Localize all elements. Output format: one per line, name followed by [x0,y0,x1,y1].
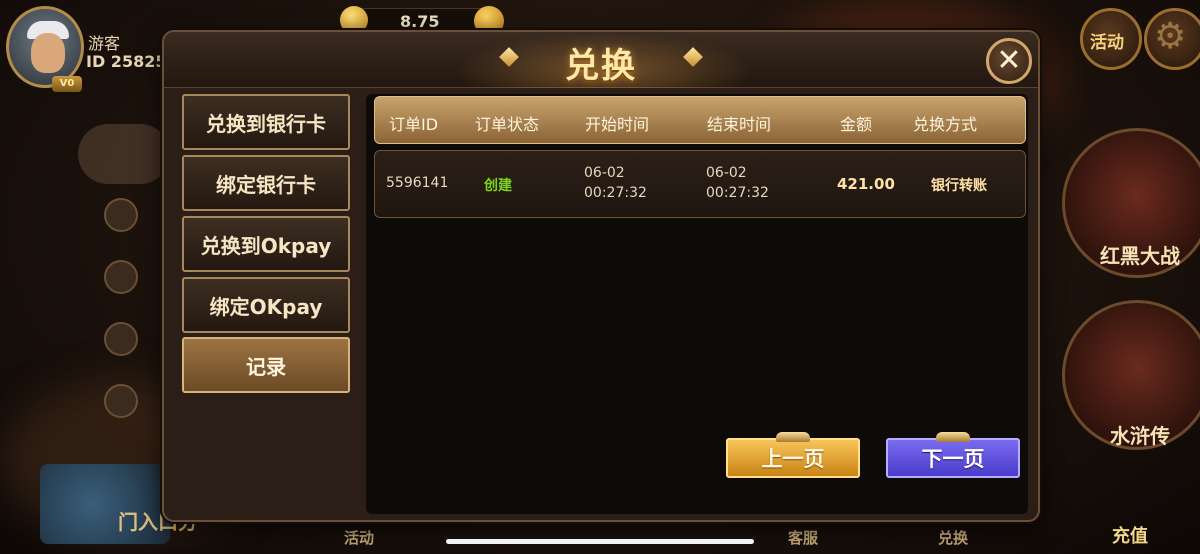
start-time-cell: 00:27:32 [584,185,647,201]
modal-title: 兑换 [565,46,637,86]
column-header-order-id: 订单ID [389,115,439,134]
next-page-button[interactable]: 下一页 [886,432,1020,478]
prev-page-button[interactable]: 上一页 [726,432,860,478]
order-status-cell: 创建 [484,178,512,194]
activity-label: 活动 [1090,33,1124,53]
table-row: 5596141 创建 06-02 00:27:32 06-02 00:27:32… [374,150,1026,218]
column-header-order-status: 订单状态 [475,115,540,134]
menu-icon[interactable] [104,384,138,418]
game-card-label: 红黑大战 [1100,244,1180,268]
nav-records[interactable]: 记录 [182,337,350,393]
column-header-exchange-method: 兑换方式 [913,115,978,134]
recharge-button[interactable]: 充值 [1112,522,1148,548]
column-header-end-time: 结束时间 [707,115,772,134]
user-name: 游客 [88,34,121,53]
crown-ornament-icon [776,432,810,442]
amount-cell: 421.00 [837,175,895,193]
close-icon: ✕ [996,43,1022,78]
end-time-cell: 00:27:32 [706,185,769,201]
close-button[interactable]: ✕ [986,38,1032,84]
bottom-nav-activity[interactable]: 活动 [344,527,374,548]
home-indicator[interactable] [446,539,754,544]
column-header-amount: 金额 [840,115,873,134]
menu-icon[interactable] [104,260,138,294]
nav-exchange-to-okpay[interactable]: 兑换到Okpay [182,216,350,272]
avatar-face [31,33,65,73]
next-page-label: 下一页 [921,447,985,471]
exchange-method-cell: 银行转账 [931,178,987,194]
table-header: 订单ID 订单状态 开始时间 结束时间 金额 兑换方式 [374,96,1026,144]
nav-exchange-to-bank[interactable]: 兑换到银行卡 [182,94,350,150]
prev-page-label: 上一页 [761,447,825,471]
game-card-label: 水浒传 [1110,424,1170,448]
bottom-nav-exchange[interactable]: 兑换 [938,527,968,548]
column-header-start-time: 开始时间 [585,115,650,134]
left-menu-badge [78,124,170,184]
vip-badge: V0 [52,76,82,92]
menu-icon[interactable] [104,198,138,232]
order-id-cell: 5596141 [386,175,449,191]
nav-bind-bank-card[interactable]: 绑定银行卡 [182,155,350,211]
bottom-nav-service[interactable]: 客服 [788,527,818,548]
gear-icon: ⚙ [1154,16,1187,57]
coin-balance: 8.75 [400,12,440,31]
menu-icon[interactable] [104,322,138,356]
start-date-cell: 06-02 [584,165,625,181]
crown-ornament-icon [936,432,970,442]
user-id: ID 25825 [86,52,167,71]
nav-bind-okpay[interactable]: 绑定OKpay [182,277,350,333]
end-date-cell: 06-02 [706,165,747,181]
exchange-modal: 兑换 ✕ 兑换到银行卡 绑定银行卡 兑换到Okpay 绑定OKpay 记录 订单… [162,30,1040,522]
modal-header: 兑换 ✕ [164,32,1038,88]
